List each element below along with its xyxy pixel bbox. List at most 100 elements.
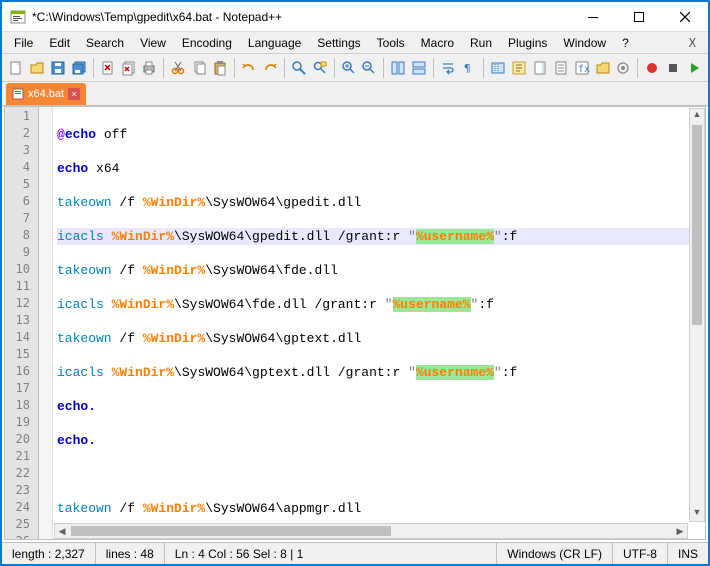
line-number: 4 — [5, 160, 38, 177]
line-number: 2 — [5, 126, 38, 143]
tab-bar: x64.bat × — [2, 82, 708, 106]
menu-help[interactable]: ? — [614, 34, 637, 52]
title-bar: *C:\Windows\Temp\gpedit\x64.bat - Notepa… — [2, 2, 708, 32]
svg-text:fx: fx — [578, 64, 590, 75]
scroll-down-icon[interactable]: ▼ — [690, 507, 704, 521]
menu-plugins[interactable]: Plugins — [500, 34, 555, 52]
folder-workspace-icon[interactable] — [593, 57, 613, 79]
line-number: 10 — [5, 262, 38, 279]
line-number: 11 — [5, 279, 38, 296]
scroll-left-icon[interactable]: ◀ — [55, 524, 69, 538]
line-number: 6 — [5, 194, 38, 211]
save-icon[interactable] — [48, 57, 68, 79]
tab-file-icon — [12, 88, 24, 100]
tab-close-icon[interactable]: × — [68, 88, 80, 100]
scroll-up-icon[interactable]: ▲ — [690, 109, 704, 123]
line-number-gutter: 1 2 3 4 5 6 7 8 9 10 11 12 13 14 15 16 1… — [5, 107, 39, 539]
menu-search[interactable]: Search — [78, 34, 132, 52]
line-number: 8 — [5, 228, 38, 245]
tab-active[interactable]: x64.bat × — [6, 83, 86, 105]
zoom-out-icon[interactable] — [360, 57, 380, 79]
menu-run[interactable]: Run — [462, 34, 500, 52]
print-icon[interactable] — [140, 57, 160, 79]
sync-v-icon[interactable] — [388, 57, 408, 79]
line-number: 23 — [5, 483, 38, 500]
status-lines: lines : 48 — [96, 543, 165, 564]
copy-icon[interactable] — [189, 57, 209, 79]
menu-file[interactable]: File — [6, 34, 41, 52]
redo-icon[interactable] — [260, 57, 280, 79]
status-position: Ln : 4 Col : 56 Sel : 8 | 1 — [165, 543, 498, 564]
toolbar: ¶ fx — [2, 54, 708, 82]
line-number: 17 — [5, 381, 38, 398]
status-bar: length : 2,327 lines : 48 Ln : 4 Col : 5… — [2, 542, 708, 564]
save-all-icon[interactable] — [69, 57, 89, 79]
user-lang-icon[interactable] — [509, 57, 529, 79]
vertical-scrollbar[interactable]: ▲ ▼ — [689, 108, 705, 522]
paste-icon[interactable] — [210, 57, 230, 79]
show-all-chars-icon[interactable]: ¶ — [459, 57, 479, 79]
minimize-button[interactable] — [570, 2, 616, 31]
record-macro-icon[interactable] — [642, 57, 662, 79]
menu-view[interactable]: View — [132, 34, 174, 52]
line-number: 13 — [5, 313, 38, 330]
cut-icon[interactable] — [168, 57, 188, 79]
menu-language[interactable]: Language — [240, 34, 309, 52]
line-number: 16 — [5, 364, 38, 381]
status-insert-mode[interactable]: INS — [668, 543, 708, 564]
line-number: 20 — [5, 432, 38, 449]
app-icon — [10, 9, 26, 25]
maximize-button[interactable] — [616, 2, 662, 31]
line-number: 19 — [5, 415, 38, 432]
line-number: 22 — [5, 466, 38, 483]
sync-h-icon[interactable] — [409, 57, 429, 79]
line-number: 3 — [5, 143, 38, 160]
editor-area: 1 2 3 4 5 6 7 8 9 10 11 12 13 14 15 16 1… — [4, 106, 706, 540]
tab-label: x64.bat — [28, 88, 64, 100]
line-number: 26 — [5, 534, 38, 540]
line-number: 1 — [5, 109, 38, 126]
status-eol[interactable]: Windows (CR LF) — [497, 543, 613, 564]
play-macro-icon[interactable] — [684, 57, 704, 79]
menu-extra-x[interactable]: X — [681, 34, 704, 52]
line-number: 21 — [5, 449, 38, 466]
scroll-thumb-h[interactable] — [71, 526, 391, 536]
function-list-icon[interactable]: fx — [572, 57, 592, 79]
horizontal-scrollbar[interactable]: ◀ ▶ — [54, 523, 688, 539]
replace-icon[interactable] — [310, 57, 330, 79]
monitoring-icon[interactable] — [614, 57, 634, 79]
find-icon[interactable] — [289, 57, 309, 79]
line-number: 7 — [5, 211, 38, 228]
close-all-icon[interactable] — [119, 57, 139, 79]
line-number: 5 — [5, 177, 38, 194]
line-number: 14 — [5, 330, 38, 347]
undo-icon[interactable] — [239, 57, 259, 79]
fold-margin — [39, 107, 53, 539]
menu-settings[interactable]: Settings — [309, 34, 368, 52]
status-encoding[interactable]: UTF-8 — [613, 543, 668, 564]
menu-macro[interactable]: Macro — [413, 34, 462, 52]
open-file-icon[interactable] — [27, 57, 47, 79]
line-number: 15 — [5, 347, 38, 364]
close-button[interactable] — [662, 2, 708, 31]
new-file-icon[interactable] — [6, 57, 26, 79]
menu-window[interactable]: Window — [555, 34, 614, 52]
doc-list-icon[interactable] — [551, 57, 571, 79]
menu-bar: File Edit Search View Encoding Language … — [2, 32, 708, 54]
zoom-in-icon[interactable] — [339, 57, 359, 79]
code-area[interactable]: @echo off echo x64 takeown /f %WinDir%\S… — [53, 107, 705, 539]
menu-tools[interactable]: Tools — [369, 34, 413, 52]
close-file-icon[interactable] — [98, 57, 118, 79]
line-number: 18 — [5, 398, 38, 415]
scroll-right-icon[interactable]: ▶ — [673, 524, 687, 538]
window-title: *C:\Windows\Temp\gpedit\x64.bat - Notepa… — [32, 10, 570, 24]
menu-encoding[interactable]: Encoding — [174, 34, 240, 52]
line-number: 9 — [5, 245, 38, 262]
menu-edit[interactable]: Edit — [41, 34, 78, 52]
indent-guide-icon[interactable] — [488, 57, 508, 79]
stop-macro-icon[interactable] — [663, 57, 683, 79]
line-number: 25 — [5, 517, 38, 534]
doc-map-icon[interactable] — [530, 57, 550, 79]
scroll-thumb-v[interactable] — [692, 125, 702, 325]
wordwrap-icon[interactable] — [438, 57, 458, 79]
